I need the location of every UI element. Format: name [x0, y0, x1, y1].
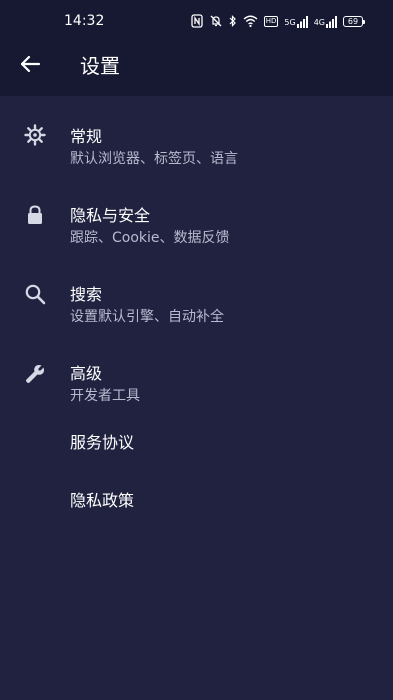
settings-item-terms-of-service[interactable]: 服务协议	[0, 422, 393, 466]
settings-item-privacy-policy[interactable]: 隐私政策	[0, 480, 393, 524]
settings-item-title: 隐私政策	[70, 491, 135, 510]
settings-item-title: 常规	[70, 127, 103, 146]
battery-indicator: 69	[343, 15, 365, 27]
settings-item-subtitle: 设置默认引擎、自动补全	[70, 309, 224, 325]
settings-item-privacy-security[interactable]: 隐私与安全 跟踪、Cookie、数据反馈	[0, 188, 393, 254]
lock-icon	[22, 202, 48, 228]
back-button[interactable]	[12, 48, 48, 84]
signal-4g-icon: 4G	[314, 14, 337, 28]
status-bar: 14:32 HD 5G 4G 69	[0, 0, 393, 36]
status-icons: HD 5G 4G 69	[191, 12, 365, 30]
app-bar: 设置	[0, 36, 393, 96]
search-icon	[22, 281, 48, 307]
settings-item-title: 服务协议	[70, 433, 135, 452]
wifi-icon	[243, 14, 258, 28]
settings-item-general[interactable]: 常规 默认浏览器、标签页、语言	[0, 108, 393, 174]
nfc-icon	[191, 14, 203, 28]
status-time: 14:32	[64, 13, 105, 29]
wrench-icon	[22, 361, 48, 387]
bluetooth-icon	[229, 14, 237, 28]
settings-item-title: 隐私与安全	[70, 206, 151, 225]
arrow-left-icon	[18, 52, 42, 80]
settings-item-search[interactable]: 搜索 设置默认引擎、自动补全	[0, 268, 393, 334]
settings-item-title: 搜索	[70, 285, 103, 304]
mute-icon	[209, 14, 223, 28]
settings-item-subtitle: 默认浏览器、标签页、语言	[70, 151, 238, 167]
gear-icon	[22, 122, 48, 148]
settings-item-subtitle: 开发者工具	[70, 388, 140, 404]
signal-5g-icon: 5G	[284, 14, 308, 28]
settings-item-subtitle: 跟踪、Cookie、数据反馈	[70, 230, 230, 246]
settings-item-title: 高级	[70, 364, 103, 383]
page-title: 设置	[80, 54, 120, 78]
settings-item-advanced[interactable]: 高级 开发者工具	[0, 348, 393, 414]
settings-screen: 14:32 HD 5G 4G 69 设置 常规 默认浏览器、标签页、语言 隐私与…	[0, 0, 393, 700]
hd-badge: HD	[263, 15, 279, 27]
